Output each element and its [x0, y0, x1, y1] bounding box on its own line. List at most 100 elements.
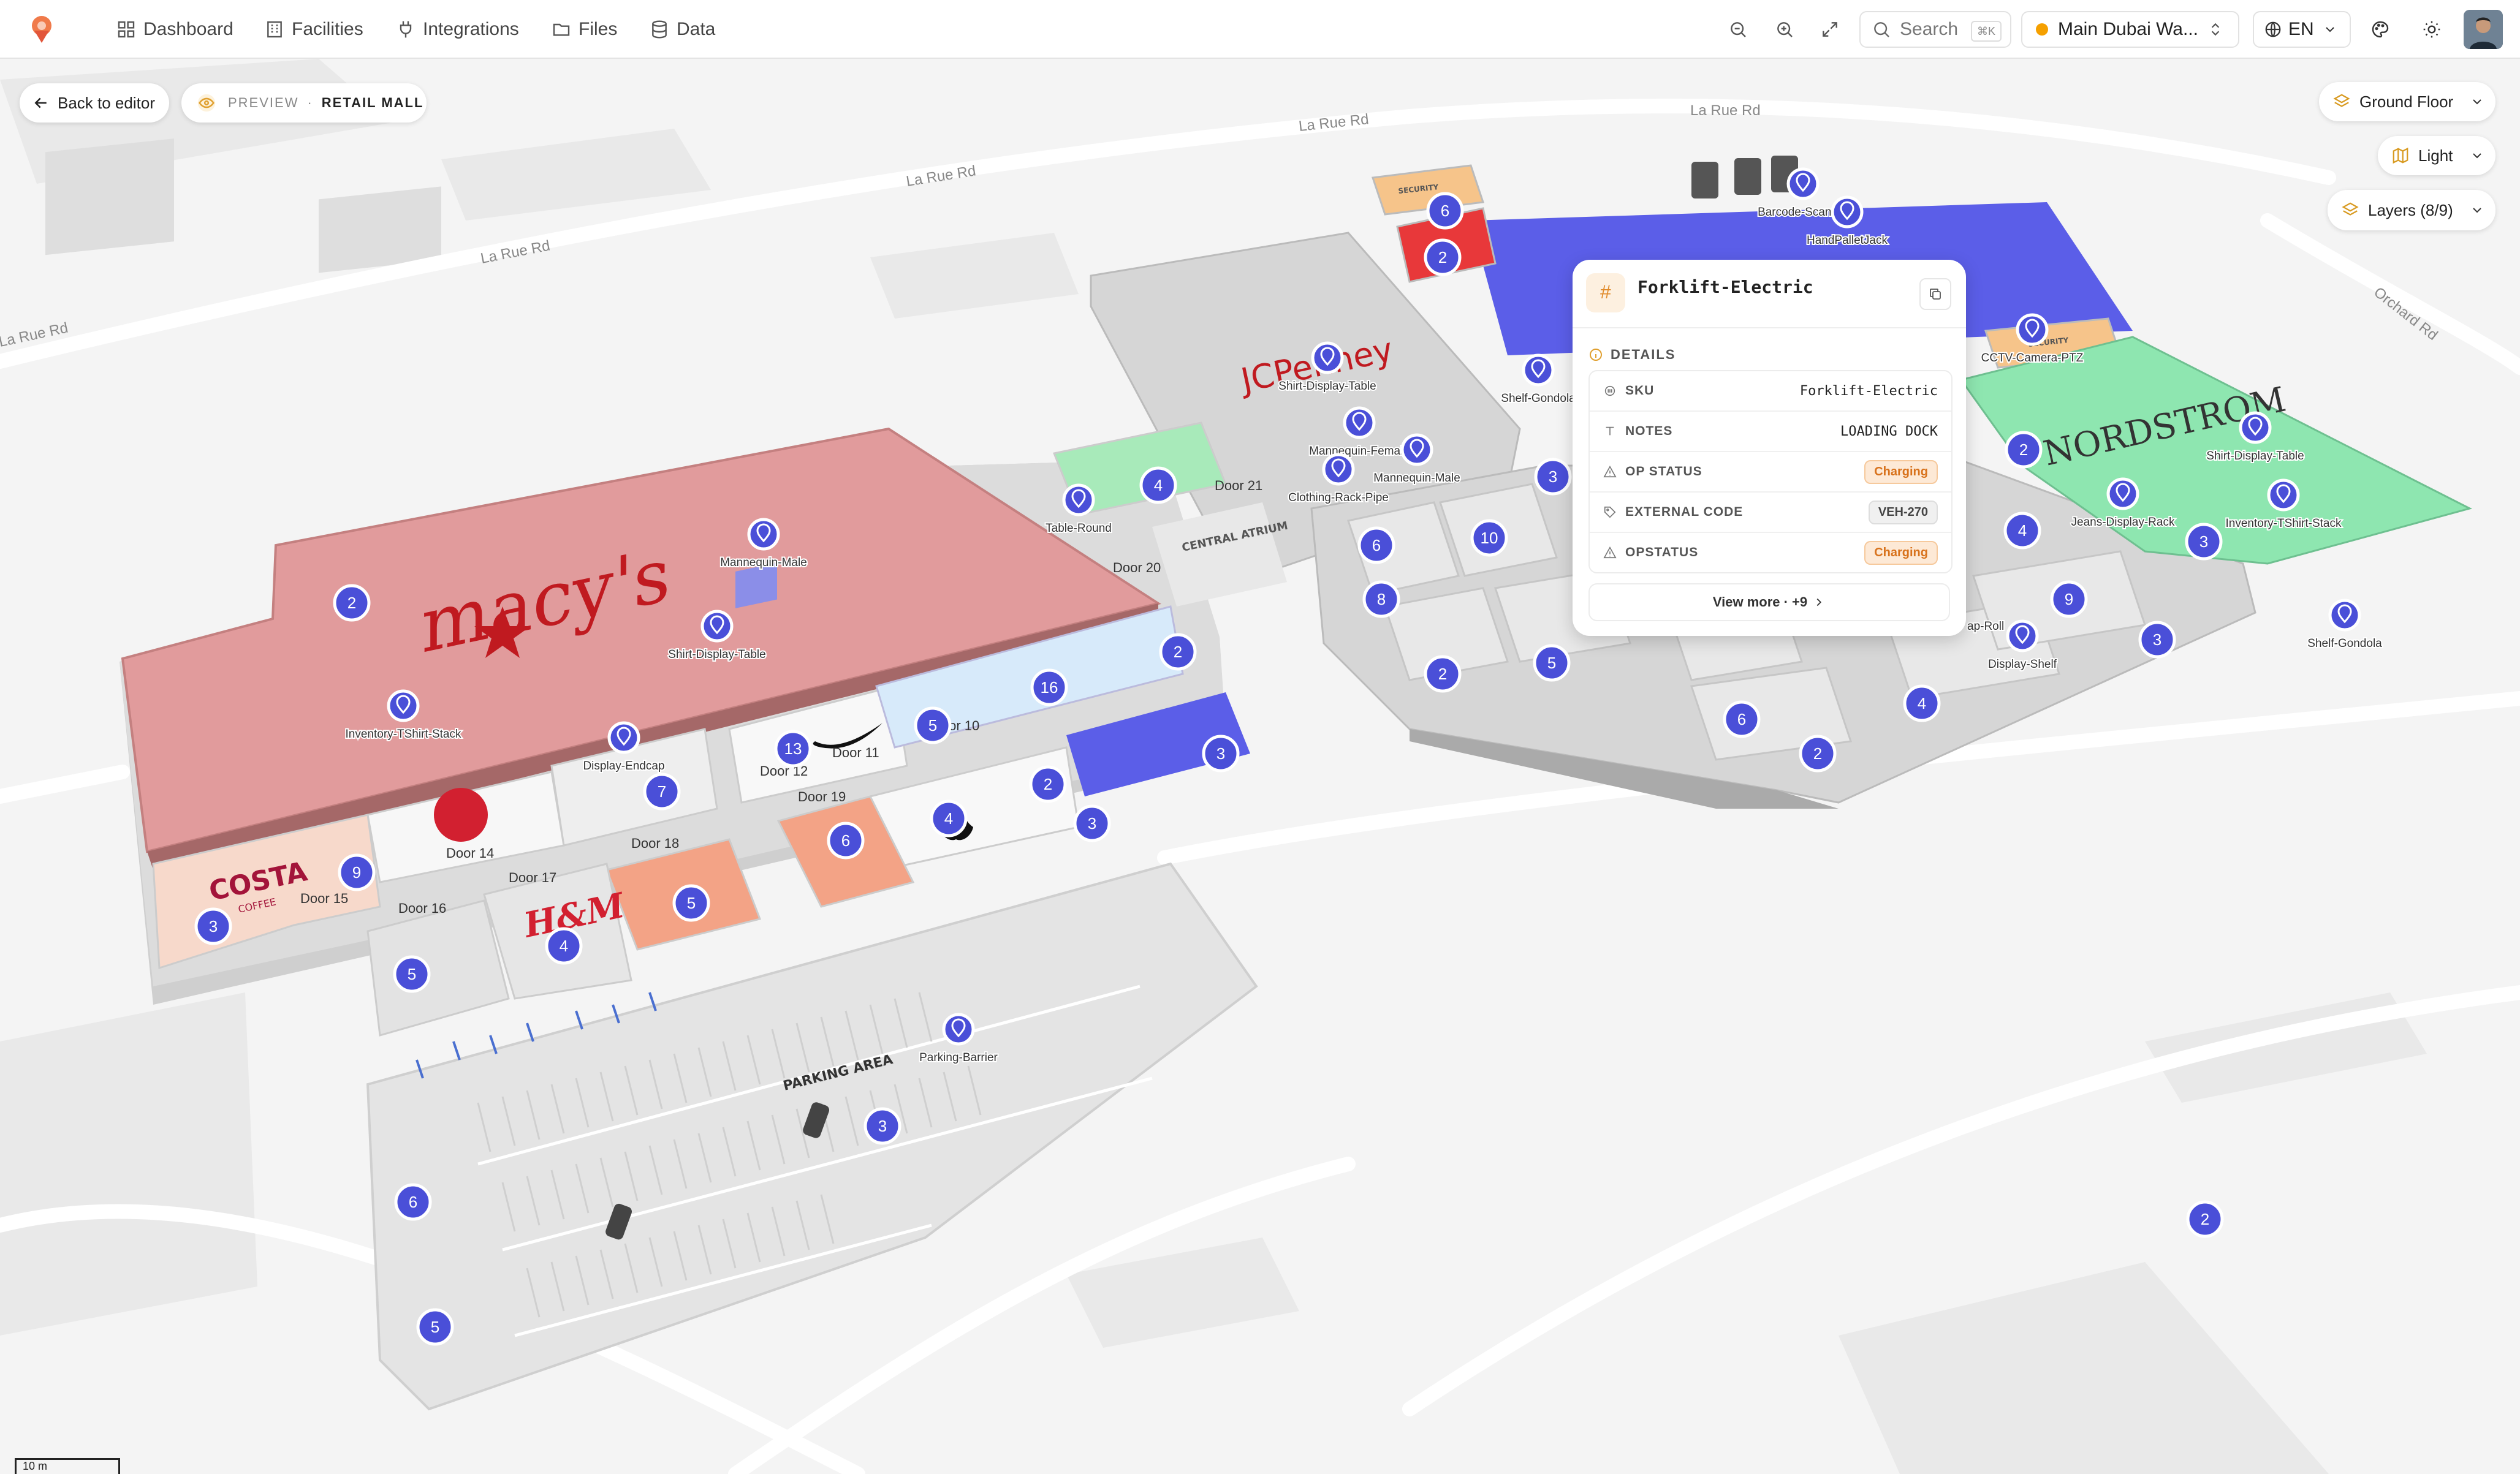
copy-button[interactable] [1919, 278, 1951, 310]
door-label: Door 11 [832, 745, 879, 760]
cluster-marker[interactable]: 2 [1029, 765, 1067, 803]
building-icon [267, 21, 282, 38]
cluster-marker[interactable]: 9 [2050, 580, 2088, 618]
nav-dashboard[interactable]: Dashboard [116, 0, 233, 59]
app-logo-icon[interactable] [26, 13, 58, 45]
cluster-marker[interactable]: 16 [1030, 668, 1068, 706]
cluster-marker[interactable]: 5 [914, 706, 952, 744]
back-to-editor-button[interactable]: Back to editor [20, 83, 169, 123]
cluster-marker[interactable]: 13 [774, 730, 812, 768]
cluster-marker[interactable]: 5 [393, 955, 431, 993]
cluster-marker[interactable]: 4 [2003, 512, 2041, 550]
cluster-marker[interactable]: 2 [1799, 735, 1837, 773]
layers-icon [2342, 202, 2359, 216]
cluster-count: 4 [944, 809, 953, 828]
info-icon [1590, 349, 1602, 361]
facility-selector[interactable]: Main Dubai Wa... [2021, 11, 2239, 48]
cluster-marker[interactable]: 10 [1470, 519, 1508, 557]
view-more-button[interactable]: View more · +9 [1588, 583, 1950, 621]
cluster-count: 3 [878, 1117, 887, 1135]
palette-button[interactable] [2366, 15, 2395, 44]
cluster-marker[interactable]: 6 [1426, 192, 1464, 230]
text-icon [1606, 426, 1614, 436]
language-selector[interactable]: EN [2253, 11, 2351, 48]
floor-label: Ground Floor [2359, 92, 2454, 111]
marker-label: Display-Endcap [583, 760, 664, 773]
nav-label: Files [579, 19, 618, 39]
cluster-marker[interactable]: 2 [1424, 238, 1462, 276]
cluster-count: 5 [687, 894, 696, 912]
nav-data[interactable]: Data [650, 0, 715, 59]
cluster-count: 6 [1441, 202, 1449, 220]
mode-label: RETAIL MALL [321, 95, 424, 110]
code-badge: VEH-270 [1868, 500, 1938, 524]
nav-integrations[interactable]: Integrations [396, 0, 519, 59]
cluster-marker[interactable]: 6 [1357, 526, 1395, 564]
cluster-marker[interactable]: 5 [416, 1308, 454, 1346]
cluster-marker[interactable]: 3 [194, 907, 232, 945]
cluster-count: 2 [1174, 643, 1182, 661]
theme-toggle-button[interactable] [2417, 15, 2446, 44]
cluster-marker[interactable]: 3 [1202, 735, 1240, 773]
road-label: La Rue Rd [1690, 102, 1761, 119]
cluster-marker[interactable]: 8 [1362, 580, 1400, 618]
arrow-left-icon [34, 97, 47, 108]
layers-selector[interactable]: Layers (8/9) [2328, 190, 2495, 230]
cluster-count: 6 [1372, 536, 1381, 554]
cluster-marker[interactable]: 6 [827, 822, 865, 860]
nav-label: Facilities [292, 19, 363, 39]
marker-label: Jeans-Display-Rack [2071, 516, 2175, 529]
cluster-marker[interactable]: 3 [1073, 804, 1111, 842]
marker-label: Shelf-Gondola [1501, 392, 1576, 405]
zoom-out-icon [1731, 22, 1746, 37]
cluster-marker[interactable]: 6 [394, 1183, 432, 1221]
cluster-count: 2 [1438, 665, 1447, 683]
cluster-marker[interactable]: 4 [545, 927, 583, 965]
cluster-marker[interactable]: 7 [643, 773, 681, 811]
search-button[interactable]: Search ⌘K [1859, 11, 2011, 48]
door-label: Door 19 [798, 789, 846, 804]
cluster-marker[interactable]: 2 [1424, 655, 1462, 693]
cluster-marker[interactable]: 4 [1139, 466, 1177, 504]
marker-label: Mannequin-Male [1373, 472, 1460, 485]
chevron-down-icon [2473, 99, 2481, 105]
popup-title: Forklift-Electric [1638, 277, 1813, 297]
detail-row-opstatus: OPSTATUS Charging [1590, 533, 1951, 572]
lululemon-logo-icon [434, 788, 488, 842]
chevron-right-icon [1816, 598, 1822, 607]
cluster-marker[interactable]: 2 [333, 584, 371, 622]
cluster-marker[interactable]: 2 [2005, 431, 2043, 469]
cluster-marker[interactable]: 4 [930, 799, 968, 837]
cluster-marker[interactable]: 6 [1723, 700, 1761, 738]
cluster-marker[interactable]: 4 [1903, 684, 1941, 722]
cluster-count: 5 [1547, 654, 1556, 672]
cluster-marker[interactable]: 3 [863, 1107, 901, 1145]
marker-label: CCTV-Camera-PTZ [1981, 352, 2084, 365]
nav-facilities[interactable]: Facilities [265, 0, 363, 59]
marker-label: Mannequin-Male [720, 556, 807, 569]
zoom-out-button[interactable] [1723, 15, 1753, 44]
fullscreen-button[interactable] [1815, 15, 1845, 44]
nav-label: Data [677, 19, 716, 39]
cluster-marker[interactable]: 5 [672, 884, 710, 922]
cluster-marker[interactable]: 3 [1534, 458, 1572, 496]
cluster-count: 16 [1041, 678, 1058, 697]
detail-key: OPSTATUS [1625, 545, 1699, 559]
palette-icon [2372, 21, 2389, 38]
avatar[interactable] [2464, 10, 2503, 49]
zoom-in-button[interactable] [1770, 15, 1799, 44]
cluster-marker[interactable]: 5 [1533, 644, 1571, 682]
cluster-marker[interactable]: 2 [2186, 1200, 2224, 1238]
cluster-marker[interactable]: 3 [2138, 621, 2176, 659]
cluster-count: 4 [560, 937, 568, 955]
nav-files[interactable]: Files [552, 0, 617, 59]
marker-label: Mannequin-Female [1309, 445, 1410, 458]
cluster-marker[interactable]: 2 [1159, 633, 1197, 671]
marker-label: Shirt-Display-Table [668, 648, 765, 661]
cluster-marker[interactable]: 3 [2185, 523, 2223, 561]
map-canvas[interactable]: La Rue Rd La Rue Rd La Rue Rd La Rue Rd … [0, 59, 2520, 1474]
theme-selector[interactable]: Light [2378, 136, 2495, 175]
floor-selector[interactable]: Ground Floor [2319, 82, 2495, 121]
door-label: Door 15 [300, 891, 348, 906]
cluster-marker[interactable]: 9 [338, 853, 376, 891]
